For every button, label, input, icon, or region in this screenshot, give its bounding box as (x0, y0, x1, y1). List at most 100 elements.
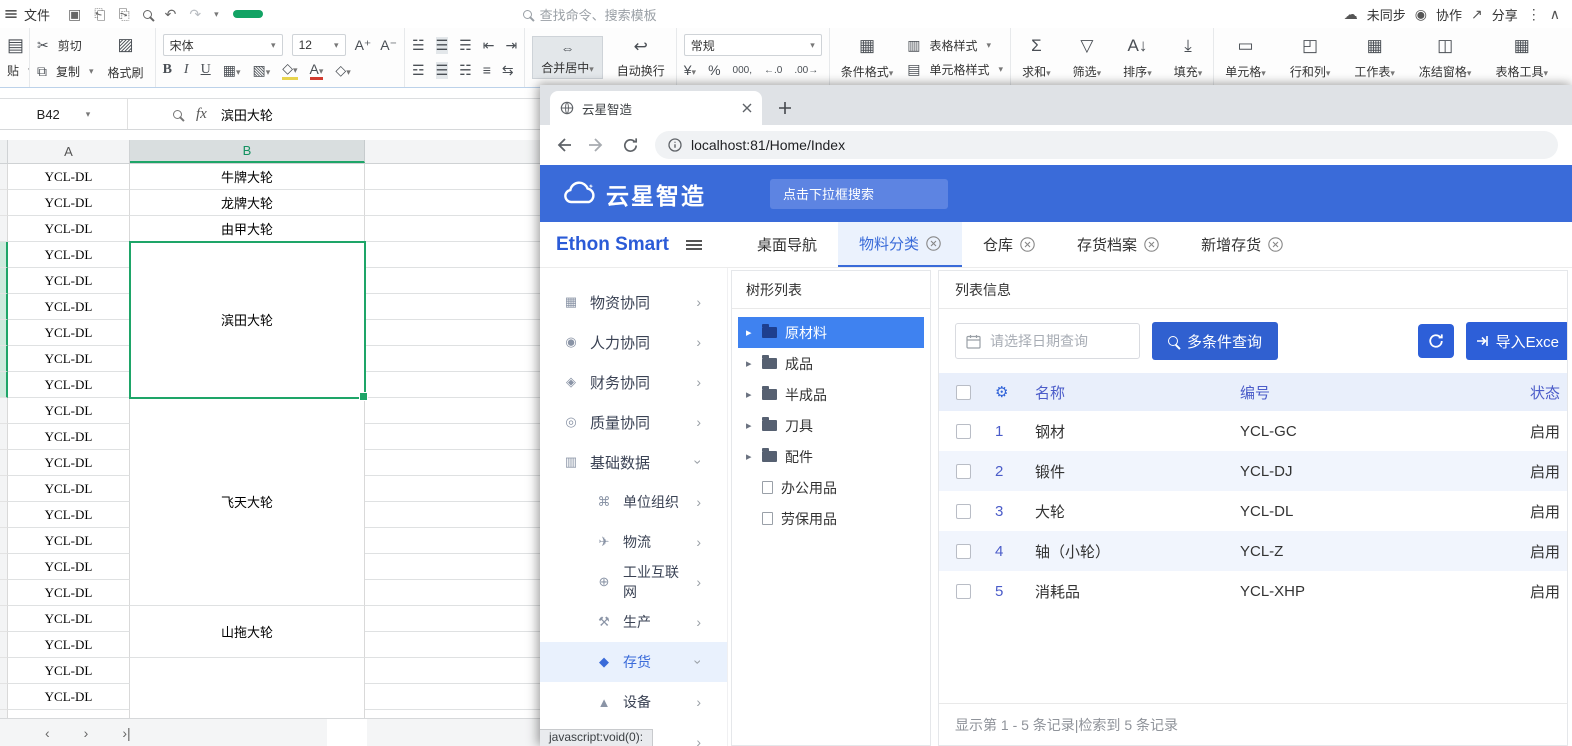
column-status[interactable]: 状态 (1530, 382, 1567, 403)
spreadsheet-cell[interactable]: 山拖大轮 (130, 606, 365, 658)
row-header[interactable] (0, 372, 8, 398)
decrease-indent-icon[interactable]: ⇤ (483, 37, 495, 54)
cell-col-a[interactable]: YCL-DL (8, 528, 130, 554)
text-orientation-icon[interactable]: ⇆ (502, 62, 514, 79)
spreadsheet-cell[interactable]: 滨田大轮 (130, 242, 365, 398)
cell-col-a[interactable]: YCL-DL (8, 424, 130, 450)
increase-indent-icon[interactable]: ⇥ (505, 37, 517, 54)
row-header[interactable] (0, 710, 8, 718)
row-header[interactable] (0, 190, 8, 216)
sum-button[interactable]: Σ求和▾ (1018, 34, 1055, 82)
shading-button[interactable]: ▧▾ (252, 62, 270, 79)
row-checkbox[interactable] (956, 424, 971, 439)
browser-tab[interactable]: 云星智造 (550, 91, 762, 125)
formula-input[interactable]: 滨田大轮 (221, 105, 273, 124)
column-code[interactable]: 编号 (1240, 382, 1530, 403)
menu-tab[interactable] (443, 11, 473, 17)
menu-tab[interactable] (473, 11, 503, 17)
sheet-tab[interactable] (247, 719, 287, 746)
borders-button[interactable]: ▦▾ (223, 62, 241, 79)
app-search-dropdown[interactable]: 点击下拉框搜索 (770, 179, 948, 209)
menu-tab[interactable] (293, 11, 323, 17)
reload-button[interactable] (622, 137, 639, 154)
tab-close-icon[interactable] (1268, 237, 1283, 252)
cell-col-a[interactable]: YCL-DL (8, 476, 130, 502)
more-menu-icon[interactable]: ⋮ (1527, 6, 1541, 23)
align-bottom-icon[interactable]: ☴ (459, 37, 472, 54)
increase-font-icon[interactable]: A⁺ (355, 37, 372, 54)
sheet-tab[interactable] (207, 719, 247, 746)
menu-tab[interactable] (413, 11, 443, 17)
bold-button[interactable]: B (163, 62, 172, 78)
row-header[interactable] (0, 398, 8, 424)
command-search[interactable]: 查找命令、搜索模板 (523, 5, 657, 24)
row-checkbox[interactable] (956, 504, 971, 519)
cell-col-a[interactable]: YCL-DL (8, 710, 130, 718)
tree-item[interactable]: ▸ 配件 (738, 441, 924, 472)
tree-item[interactable]: ▸ 原材料 (738, 317, 924, 348)
tab-close-icon[interactable] (742, 103, 752, 113)
sheet-tab[interactable] (327, 719, 367, 746)
worksheet-button[interactable]: ▦工作表▾ (1350, 34, 1399, 82)
font-name-select[interactable]: 宋体▾ (163, 34, 283, 56)
row-header[interactable] (0, 528, 8, 554)
print-icon[interactable]: ⎘ (118, 6, 129, 23)
redo-icon[interactable]: ↷ (189, 6, 201, 23)
sidebar-item[interactable]: ◈ 财务协同 › (540, 362, 727, 402)
sidebar-item[interactable]: ▲ 设备 › (540, 682, 727, 722)
row-header[interactable] (0, 450, 8, 476)
column-name[interactable]: 名称 (1035, 382, 1240, 403)
row-checkbox[interactable] (956, 464, 971, 479)
column-header-a[interactable]: A (8, 140, 130, 163)
export-icon[interactable]: ⎗ (94, 6, 105, 23)
wrap-text-button[interactable]: ↩ 自动换行 (613, 35, 669, 81)
table-row[interactable]: 2 锻件 YCL-DJ 启用 (939, 451, 1567, 491)
cell-col-a[interactable]: YCL-DL (8, 268, 130, 294)
cell-col-a[interactable]: YCL-DL (8, 190, 130, 216)
tree-item[interactable]: ▸ 半成品 (738, 379, 924, 410)
row-header[interactable] (0, 294, 8, 320)
underline-button[interactable]: U (201, 62, 211, 78)
sheet-tab[interactable] (287, 719, 327, 746)
row-header[interactable] (0, 476, 8, 502)
align-right-icon[interactable]: ☵ (459, 62, 472, 79)
cell-col-a[interactable]: YCL-DL (8, 658, 130, 684)
decrease-decimal-icon[interactable]: ←.0 (764, 65, 782, 76)
align-left-icon[interactable]: ☲ (412, 62, 425, 79)
fill-button[interactable]: ⤓填充▾ (1170, 34, 1207, 82)
spreadsheet-cell[interactable]: 飞天大轮 (130, 398, 365, 606)
caret-icon[interactable]: ▸ (746, 419, 754, 432)
tree-item[interactable]: ▸ 成品 (738, 348, 924, 379)
cell-col-a[interactable]: YCL-DL (8, 502, 130, 528)
sidebar-toggle-icon[interactable] (686, 240, 702, 250)
italic-button[interactable]: I (184, 62, 189, 78)
sheet-next-icon[interactable]: › (84, 725, 89, 741)
menu-tab[interactable] (233, 10, 263, 18)
row-header[interactable] (0, 346, 8, 372)
rows-cols-button[interactable]: ◰行和列▾ (1286, 34, 1335, 82)
file-menu[interactable]: 文件 (24, 5, 50, 24)
sidebar-item[interactable]: ✈ 物流 › (540, 522, 727, 562)
sidebar-item[interactable]: ◆ 存货 › (540, 642, 727, 682)
row-header[interactable] (0, 424, 8, 450)
font-color-button[interactable]: A▾ (310, 61, 324, 80)
forward-button[interactable] (588, 136, 606, 154)
print-preview-icon[interactable] (143, 10, 152, 19)
cut-button[interactable]: ✂剪切 (37, 33, 94, 57)
row-header[interactable] (0, 216, 8, 242)
app-tab[interactable]: 存货档案 (1056, 222, 1180, 267)
table-tools-button[interactable]: ▦表格工具▾ (1491, 34, 1552, 82)
cell-col-a[interactable]: YCL-DL (8, 554, 130, 580)
sheet-last-icon[interactable]: ›| (122, 725, 130, 741)
align-center-icon[interactable]: ☰ (436, 62, 449, 79)
row-header[interactable] (0, 684, 8, 710)
toolbar-more-icon[interactable]: ▾ (214, 9, 219, 20)
sort-button[interactable]: A↓排序▾ (1119, 34, 1156, 82)
sidebar-item[interactable]: ⊕ 工业互联网 › (540, 562, 727, 602)
refresh-button[interactable] (1418, 324, 1454, 358)
caret-icon[interactable]: ▸ (746, 326, 754, 339)
cell-col-a[interactable]: YCL-DL (8, 372, 130, 398)
table-style-button[interactable]: ▥表格样式▾ (907, 34, 1003, 58)
row-header[interactable] (0, 164, 8, 190)
row-header[interactable] (0, 606, 8, 632)
